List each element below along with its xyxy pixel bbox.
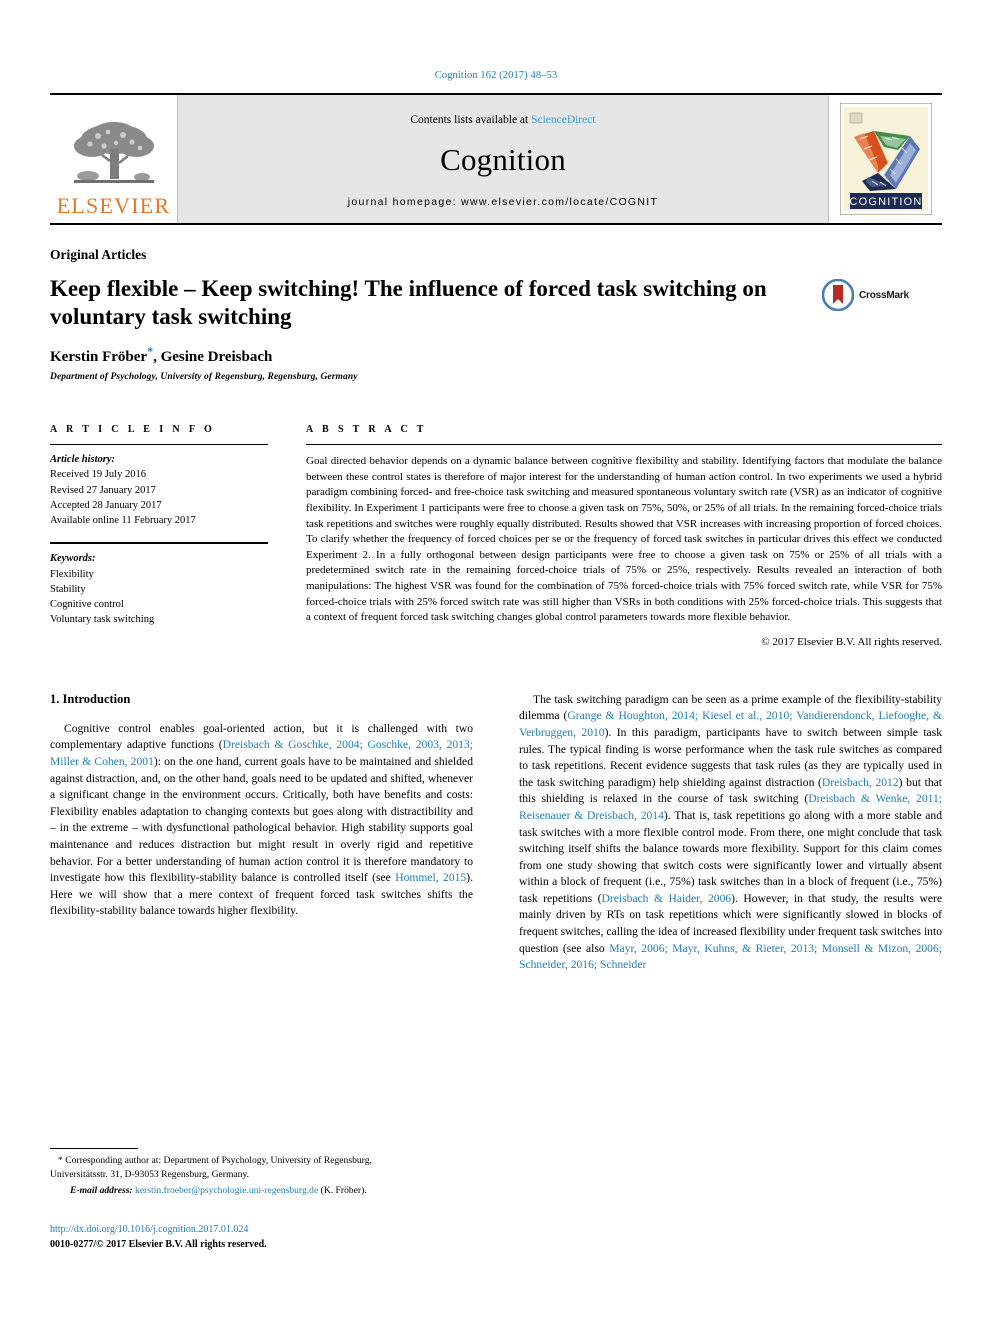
email-owner: (K. Fröber). (320, 1185, 367, 1197)
journal-title: Cognition (440, 142, 566, 177)
author-list: Kerstin Fröber*, Gesine Dreisbach (50, 344, 942, 366)
title-row: Keep flexible – Keep switching! The infl… (50, 275, 942, 330)
running-head: Cognition 162 (2017) 48–53 (434, 70, 558, 81)
contents-prefix: Contents lists available at (410, 114, 529, 126)
section-heading-introduction: 1. Introduction (50, 691, 131, 706)
body-column-left: 1. Introduction Cognitive control enable… (50, 692, 473, 974)
crossmark-badge[interactable]: CrossMark (822, 279, 942, 311)
article-type: Original Articles (50, 247, 147, 262)
abstract-column: A B S T R A C T Goal directed behavior d… (306, 424, 942, 648)
masthead-center: Contents lists available at ScienceDirec… (178, 95, 828, 223)
article-history: Article history: Received 19 July 2016 R… (50, 452, 268, 528)
body-columns: 1. Introduction Cognitive control enable… (50, 692, 942, 974)
citation-link[interactable]: Dreisbach & Haider, 2006 (601, 892, 731, 905)
crossmark-label: CrossMark (859, 289, 909, 301)
info-abstract-region: A R T I C L E I N F O Article history: R… (50, 424, 942, 648)
contents-available-line: Contents lists available at ScienceDirec… (410, 114, 595, 126)
email-label: E-mail address: (70, 1185, 133, 1197)
cognition-cover-icon: COGNITION (839, 103, 932, 215)
keyword-item: Flexibility (50, 568, 94, 580)
elsevier-logo: ELSEVIER (50, 95, 178, 223)
journal-masthead: ELSEVIER Contents lists available at Sci… (50, 93, 942, 225)
history-item: Revised 27 January 2017 (50, 484, 156, 496)
author-primary: Kerstin Fröber (50, 349, 148, 366)
history-label: Article history: (50, 454, 116, 466)
corresponding-author-footnote: * Corresponding author at: Department of… (50, 1148, 450, 1198)
affiliation: Department of Psychology, University of … (50, 372, 358, 383)
journal-cover-logo: COGNITION (828, 95, 942, 223)
author-secondary: , Gesine Dreisbach (153, 349, 273, 366)
email-link[interactable]: kerstin.froeber@psychologie.uni-regensbu… (135, 1185, 318, 1196)
article-page: Cognition 162 (2017) 48–53 ELSEVIER Cont… (50, 0, 942, 1323)
text-segment: ): on the one hand, current goals have t… (50, 755, 473, 885)
history-item: Accepted 28 January 2017 (50, 499, 162, 511)
keywords-list: Keywords: Flexibility Stability Cognitiv… (50, 551, 268, 627)
issn-copyright: 0010-0277/© 2017 Elsevier B.V. All right… (50, 1239, 267, 1250)
intro-paragraph-left: Cognitive control enables goal-oriented … (50, 721, 473, 920)
elsevier-wordmark: ELSEVIER (56, 193, 171, 218)
keyword-item: Voluntary task switching (50, 614, 155, 626)
body-column-right: The task switching paradigm can be seen … (519, 692, 942, 974)
abstract-text: Goal directed behavior depends on a dyna… (306, 455, 942, 624)
footnote-address: Universitätsstr. 31, D-93053 Regensburg,… (50, 1168, 250, 1180)
keyword-item: Stability (50, 583, 86, 595)
page-title: Keep flexible – Keep switching! The infl… (50, 276, 767, 329)
footnote-email-row: E-mail address: kerstin.froeber@psycholo… (50, 1184, 450, 1198)
crossmark-icon (822, 279, 854, 311)
citation-link[interactable]: Hommel, 2015 (395, 871, 466, 884)
footnote-line: * Corresponding author at: Department of… (50, 1154, 450, 1168)
journal-homepage-link[interactable]: journal homepage: www.elsevier.com/locat… (348, 196, 658, 208)
cover-title-text: COGNITION (849, 196, 922, 208)
keywords-label: Keywords: (50, 553, 96, 565)
sciencedirect-link[interactable]: ScienceDirect (531, 114, 596, 126)
abstract-copyright: © 2017 Elsevier B.V. All rights reserved… (761, 635, 942, 648)
article-info-heading: A R T I C L E I N F O (50, 424, 216, 436)
divider (306, 444, 942, 446)
imprint-block: http://dx.doi.org/10.1016/j.cognition.20… (50, 1222, 450, 1252)
citation-link[interactable]: Dreisbach, 2012 (822, 776, 899, 789)
history-item: Received 19 July 2016 (50, 469, 146, 481)
text-segment: ). That is, task repetitions go along wi… (519, 808, 942, 905)
divider (50, 542, 268, 545)
keyword-item: Cognitive control (50, 598, 124, 610)
article-info-column: A R T I C L E I N F O Article history: R… (50, 424, 268, 648)
divider (50, 444, 268, 446)
doi-link[interactable]: http://dx.doi.org/10.1016/j.cognition.20… (50, 1222, 450, 1237)
footnote-rule (50, 1148, 138, 1149)
history-item: Available online 11 February 2017 (50, 515, 196, 527)
footnote-text: Corresponding author at: Department of P… (65, 1155, 372, 1166)
abstract-heading: A B S T R A C T (306, 424, 427, 436)
footnote-marker: * (58, 1155, 63, 1166)
intro-paragraph-right: The task switching paradigm can be seen … (519, 692, 942, 974)
elsevier-tree-icon (73, 122, 154, 183)
